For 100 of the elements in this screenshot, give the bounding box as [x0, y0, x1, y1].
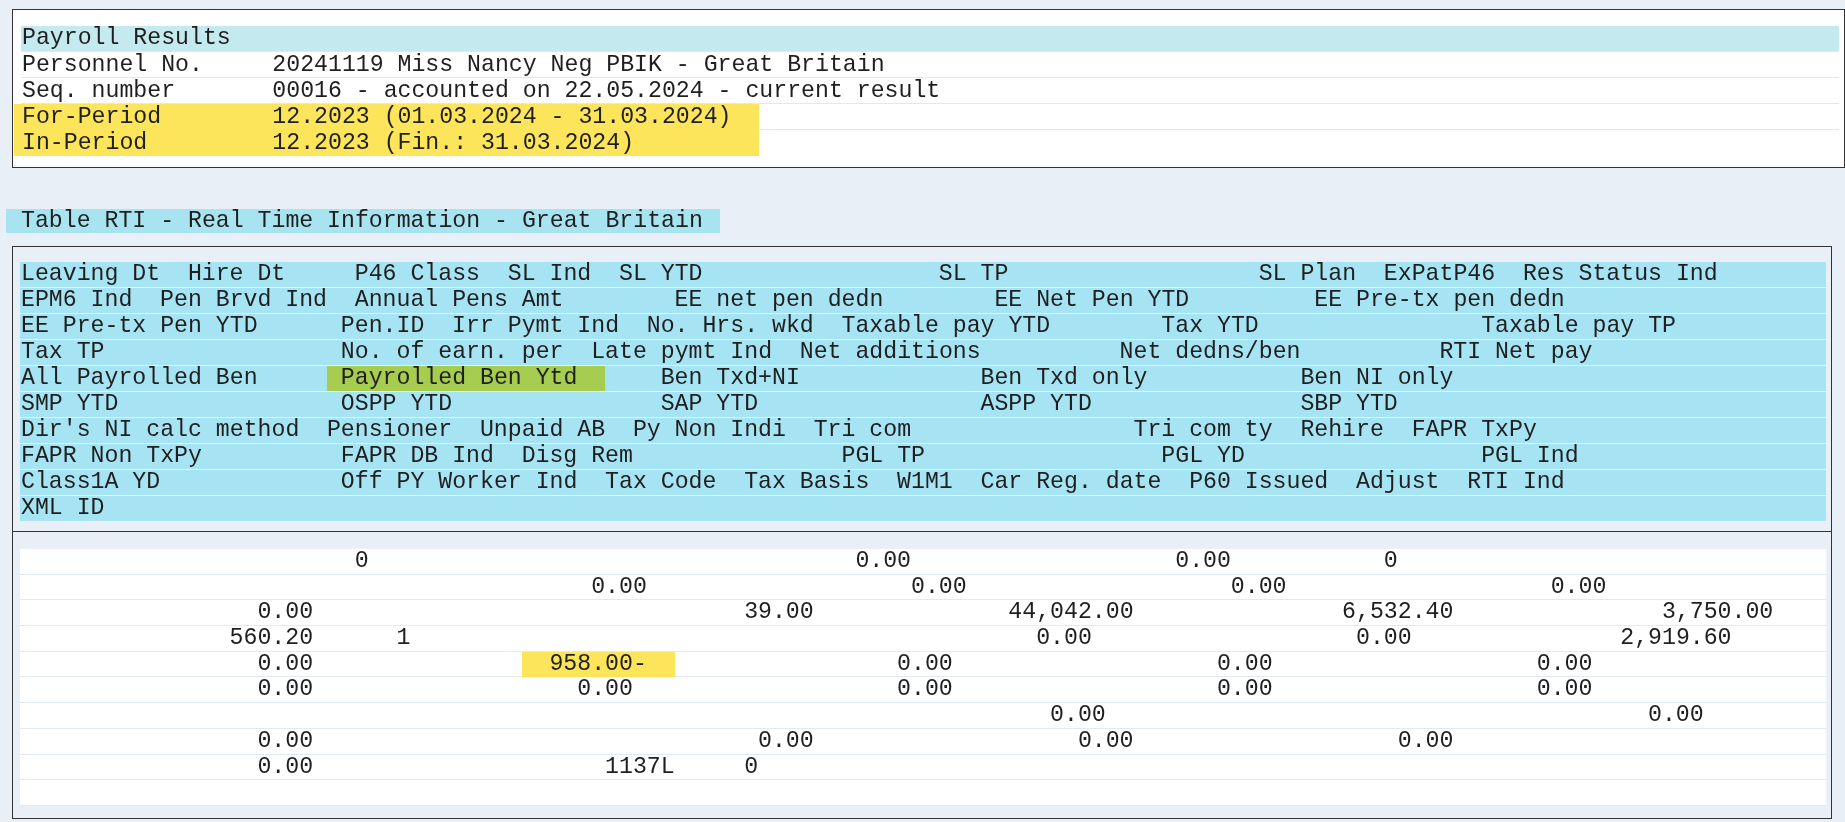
column-header: XML ID [21, 496, 105, 521]
column-header: P60 Issued [1189, 470, 1329, 495]
column-header: ExPatP46 [1383, 262, 1496, 287]
column-header: No. of earn. per [340, 340, 564, 365]
table-cell: 0.00 [1077, 728, 1134, 754]
column-header: Pensioner [326, 418, 453, 443]
column-header: SL YTD [618, 262, 703, 287]
field-value: 12.2023 (01.03.2024 - 31.03.2024) [272, 104, 732, 130]
column-header: EE Pre-tx Pen YTD [21, 314, 258, 339]
column-header: SL Ind [507, 262, 592, 287]
field-value: 12.2023 (Fin.: 31.03.2024) [272, 130, 634, 156]
column-header: SAP YTD [660, 392, 759, 417]
table-cell: 0.00 [257, 677, 314, 703]
column-header: OSPP YTD [340, 392, 453, 417]
field-value: 00016 - accounted on 22.05.2024 - current result [272, 78, 940, 104]
table-cell: 1 [396, 626, 411, 652]
table-cell: 1137L [605, 754, 675, 780]
column-header: FAPR TxPy [1411, 418, 1537, 443]
table-cell: 39.00 [744, 600, 814, 626]
column-header: Tri com [813, 418, 911, 443]
table-cell: 0.00 [758, 728, 814, 754]
column-header: SL TP [938, 262, 1009, 287]
table-cell: 3,750.00 [1661, 600, 1774, 626]
table-cell: 0 [744, 754, 759, 780]
column-header: W1M1 [897, 470, 953, 495]
table-cell: 0.00 [257, 754, 314, 780]
column-header: SBP YTD [1300, 392, 1398, 417]
column-header: EE net pen dedn [674, 288, 884, 313]
column-header: Pen.ID [340, 314, 425, 339]
column-header: PGL TP [841, 444, 925, 469]
column-header: ASPP YTD [980, 392, 1092, 417]
column-header: Payrolled Ben Ytd [326, 366, 606, 391]
table-cell: 0.00 [1216, 677, 1273, 703]
table-cell: 0.00 [1230, 574, 1287, 600]
column-header: RTI Ind [1467, 470, 1565, 495]
field-label: Seq. number [22, 78, 175, 104]
table-cell: 0.00 [1356, 626, 1412, 652]
field-value: 20241119 Miss Nancy Neg PBIK - Great Britain [272, 52, 885, 78]
column-header: Res Status Ind [1522, 262, 1718, 287]
table-cell: 0.00 [1050, 703, 1106, 729]
table-cell: 0.00 [1036, 626, 1092, 652]
column-header: Taxable pay TP [1481, 314, 1676, 339]
column-header: Annual Pens Amt [354, 288, 564, 313]
column-header: Tax Code [605, 470, 717, 495]
table-cell: 0.00 [1648, 703, 1704, 729]
column-header: Pen Brvd Ind [160, 288, 327, 313]
column-header: SMP YTD [21, 392, 119, 417]
field-label: In-Period [22, 130, 148, 156]
table-cell: 0.00 [1550, 574, 1607, 600]
column-header: Unpaid AB [479, 418, 606, 443]
field-label: For-Period [22, 104, 162, 130]
column-header: Hire Dt [187, 262, 286, 287]
table-cell: 0.00 [257, 600, 314, 626]
table-cell: 0.00 [257, 651, 314, 677]
table-cell: 0.00 [1397, 728, 1454, 754]
table-cell: 0 [1383, 549, 1398, 574]
table-cell: 0.00 [897, 651, 953, 677]
column-header: P46 Class [354, 262, 480, 287]
table-cell: 560.20 [229, 626, 314, 652]
table-cell: 2,919.60 [1620, 626, 1732, 652]
table-cell: 0 [354, 549, 369, 574]
column-header: Dir's NI calc method [21, 418, 300, 443]
section-title: Payroll Results [22, 26, 231, 51]
column-header: Tri com ty [1133, 418, 1273, 443]
column-header: Rehire [1300, 418, 1384, 443]
column-header: EE Net Pen YTD [994, 288, 1190, 313]
table-cell: 958.00- [521, 651, 675, 677]
table-title: Table RTI - Real Time Information - Great Britain [6, 209, 720, 233]
table-cell: 6,532.40 [1342, 600, 1454, 626]
table-cell: 44,042.00 [1008, 600, 1134, 626]
column-header: Net additions [799, 340, 981, 365]
column-header: SL Plan [1258, 262, 1356, 287]
table-cell: 0.00 [1175, 549, 1231, 574]
column-header: FAPR DB Ind [340, 444, 494, 469]
table-cell: 0.00 [577, 677, 633, 703]
table-cell: 0.00 [1216, 651, 1273, 677]
table-cell: 0.00 [911, 574, 967, 600]
column-header: Net dedns/ben [1119, 340, 1301, 365]
column-header: EPM6 Ind [21, 288, 133, 313]
column-header: Ben Txd only [980, 366, 1148, 391]
column-header: Late pymt Ind [591, 340, 772, 365]
column-header: PGL Ind [1481, 444, 1579, 469]
column-header: Ben Txd+NI [660, 366, 800, 391]
column-header: Class1A YD [21, 470, 161, 495]
table-cell: 0.00 [1536, 651, 1593, 677]
column-header: No. Hrs. wkd [646, 314, 814, 339]
column-header: Leaving Dt [21, 262, 161, 287]
table-cell: 0.00 [591, 574, 647, 600]
column-header: Taxable pay YTD [841, 314, 1051, 339]
column-header: Ben NI only [1300, 366, 1454, 391]
column-header: Adjust [1356, 470, 1440, 495]
column-header: EE Pre-tx pen dedn [1314, 288, 1565, 313]
column-header: RTI Net pay [1439, 340, 1593, 365]
column-header: Tax Basis [744, 470, 870, 495]
table-cell: 0.00 [1536, 677, 1593, 703]
table-cell: 0.00 [257, 728, 314, 754]
column-header: Irr Pymt Ind [452, 314, 619, 339]
column-header: Car Reg. date [980, 470, 1162, 495]
column-header: Tax TP [21, 340, 105, 365]
column-header: All Payrolled Ben [21, 366, 258, 391]
